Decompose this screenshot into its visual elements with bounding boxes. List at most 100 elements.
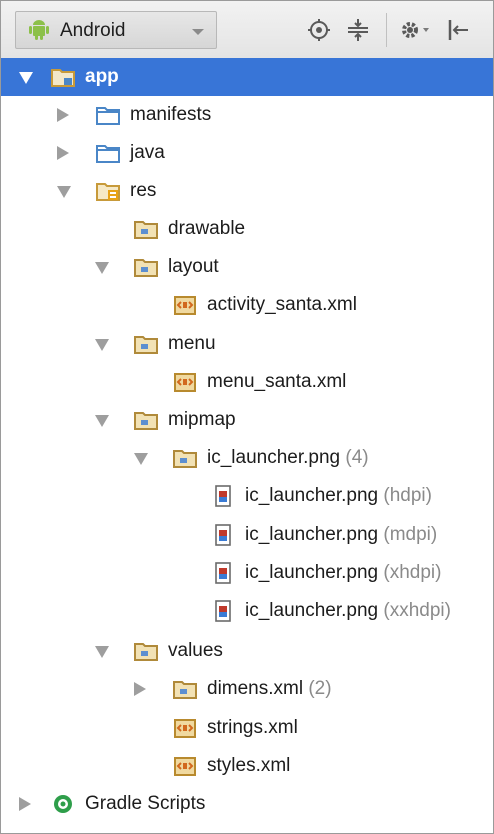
tree-node-ic_xxhdpi[interactable]: ic_launcher.png (xxhdpi) — [1, 592, 493, 630]
resource-dir-icon — [134, 409, 158, 431]
tree-node-dimens[interactable]: dimens.xml (2) — [1, 670, 493, 708]
resource-dir-icon — [173, 678, 197, 700]
node-name: strings.xml — [207, 717, 298, 738]
tree-node-activity_santa[interactable]: activity_santa.xml — [1, 286, 493, 324]
tree-node-label: ic_launcher.png (hdpi) — [245, 485, 432, 507]
resource-dir-icon — [134, 256, 158, 278]
node-qualifier: (4) — [340, 447, 369, 468]
expand-arrow-down-icon[interactable] — [95, 646, 109, 658]
tree-node-label: res — [130, 180, 156, 202]
expand-arrow-down-icon[interactable] — [95, 339, 109, 351]
tree-node-gradle[interactable]: Gradle Scripts — [1, 785, 493, 823]
node-name: menu_santa.xml — [207, 371, 347, 392]
tree-node-label: ic_launcher.png (xxhdpi) — [245, 600, 451, 622]
expand-arrow-down-icon[interactable] — [57, 186, 71, 198]
expand-arrow-down-icon[interactable] — [134, 453, 148, 465]
tree-node-label: ic_launcher.png (4) — [207, 447, 369, 469]
tree-node-mipmap[interactable]: mipmap — [1, 401, 493, 439]
module-folder-icon — [51, 66, 75, 88]
tree-node-ic_launcher_group[interactable]: ic_launcher.png (4) — [1, 439, 493, 477]
tree-node-menu_santa[interactable]: menu_santa.xml — [1, 363, 493, 401]
tree-node-layout[interactable]: layout — [1, 248, 493, 286]
hide-icon[interactable] — [446, 18, 470, 42]
expand-arrow-right-icon[interactable] — [57, 146, 69, 160]
image-file-icon — [211, 600, 235, 622]
tree-node-drawable[interactable]: drawable — [1, 210, 493, 248]
tree-node-label: menu_santa.xml — [207, 371, 346, 393]
node-name: ic_launcher.png — [245, 485, 379, 506]
node-name: ic_launcher.png — [245, 524, 379, 545]
collapse-all-icon[interactable] — [346, 18, 370, 42]
node-name: menu — [168, 333, 216, 354]
tree-node-menu[interactable]: menu — [1, 325, 493, 363]
node-name: drawable — [168, 218, 246, 239]
folder-icon — [96, 104, 120, 126]
xml-file-icon — [173, 755, 197, 777]
node-name: mipmap — [168, 409, 236, 430]
android-icon — [29, 20, 49, 40]
project-panel: Android app manifests java res drawable … — [0, 0, 494, 834]
node-qualifier: (xhdpi) — [378, 562, 442, 583]
resource-dir-icon — [134, 218, 158, 240]
expand-arrow-down-icon[interactable] — [95, 415, 109, 427]
tree-node-ic_hdpi[interactable]: ic_launcher.png (hdpi) — [1, 477, 493, 515]
node-name: Gradle Scripts — [85, 793, 206, 814]
tree-node-strings[interactable]: strings.xml — [1, 709, 493, 747]
resource-folder-icon — [96, 180, 120, 202]
folder-icon — [96, 142, 120, 164]
scroll-from-source-icon[interactable] — [307, 18, 331, 42]
tree-node-label: strings.xml — [207, 717, 298, 739]
image-file-icon — [211, 485, 235, 507]
expand-arrow-down-icon[interactable] — [95, 262, 109, 274]
tree-node-label: ic_launcher.png (xhdpi) — [245, 562, 441, 584]
node-name: ic_launcher.png — [245, 562, 379, 583]
node-name: activity_santa.xml — [207, 294, 357, 315]
tree-node-ic_mdpi[interactable]: ic_launcher.png (mdpi) — [1, 516, 493, 554]
tree-node-java[interactable]: java — [1, 134, 493, 172]
tree-node-label: ic_launcher.png (mdpi) — [245, 524, 437, 546]
tree-node-label: styles.xml — [207, 755, 290, 777]
node-name: java — [130, 142, 165, 163]
chevron-down-icon — [192, 29, 204, 35]
tree-node-app[interactable]: app — [1, 58, 493, 96]
node-qualifier: (xxhdpi) — [378, 600, 451, 621]
tree-node-res[interactable]: res — [1, 172, 493, 210]
expand-arrow-right-icon[interactable] — [134, 682, 146, 696]
settings-icon[interactable] — [399, 18, 431, 42]
xml-file-icon — [173, 294, 197, 316]
node-qualifier: (mdpi) — [378, 524, 438, 545]
tree-node-label: values — [168, 640, 223, 662]
tree-node-label: activity_santa.xml — [207, 294, 357, 316]
tree-node-label: menu — [168, 333, 216, 355]
xml-file-icon — [173, 717, 197, 739]
view-mode-dropdown[interactable]: Android — [15, 11, 217, 49]
node-qualifier: (hdpi) — [378, 485, 432, 506]
tree-node-styles[interactable]: styles.xml — [1, 747, 493, 785]
node-qualifier: (2) — [303, 678, 332, 699]
tree-node-ic_xhdpi[interactable]: ic_launcher.png (xhdpi) — [1, 554, 493, 592]
node-name: ic_launcher.png — [207, 447, 341, 468]
toolbar-separator — [386, 13, 387, 47]
node-name: manifests — [130, 104, 212, 125]
expand-arrow-down-icon[interactable] — [19, 72, 33, 84]
tree-node-label: Gradle Scripts — [85, 793, 205, 815]
tree-node-values[interactable]: values — [1, 632, 493, 670]
node-name: styles.xml — [207, 755, 291, 776]
expand-arrow-right-icon[interactable] — [19, 797, 31, 811]
project-toolbar: Android — [1, 1, 493, 59]
expand-arrow-right-icon[interactable] — [57, 108, 69, 122]
tree-node-manifests[interactable]: manifests — [1, 96, 493, 134]
image-file-icon — [211, 524, 235, 546]
resource-dir-icon — [134, 640, 158, 662]
node-name: res — [130, 180, 157, 201]
node-name: dimens.xml — [207, 678, 304, 699]
resource-dir-icon — [173, 447, 197, 469]
node-name: values — [168, 640, 223, 661]
node-name: app — [85, 66, 119, 87]
tree-node-label: manifests — [130, 104, 211, 126]
tree-node-label: dimens.xml (2) — [207, 678, 332, 700]
tree-node-label: layout — [168, 256, 219, 278]
image-file-icon — [211, 562, 235, 584]
gradle-icon — [51, 793, 75, 815]
node-name: layout — [168, 256, 219, 277]
